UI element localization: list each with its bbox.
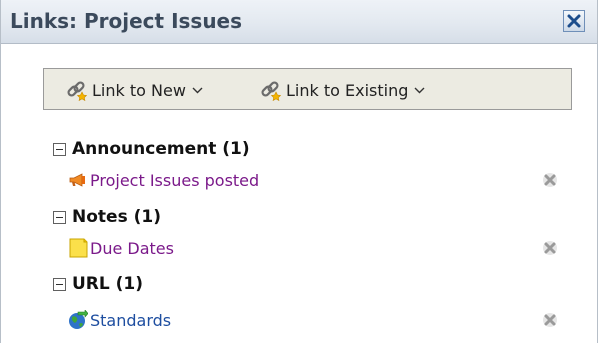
- list-item: Project Issues posted: [68, 169, 259, 191]
- collapse-toggle[interactable]: [53, 142, 66, 156]
- item-link[interactable]: Due Dates: [90, 239, 174, 258]
- chain-link-existing-icon: [261, 81, 282, 101]
- section-title: URL (1): [72, 274, 144, 294]
- link-to-new-button[interactable]: Link to New: [66, 77, 203, 103]
- close-button[interactable]: [563, 10, 585, 32]
- list-item: Standards: [68, 309, 171, 331]
- list-item: Due Dates: [68, 237, 174, 259]
- link-to-new-label: Link to New: [92, 80, 186, 100]
- section-title: Notes (1): [72, 207, 161, 227]
- close-icon: [567, 14, 581, 28]
- link-to-existing-label: Link to Existing: [286, 80, 409, 100]
- section-url: URL (1): [53, 273, 143, 295]
- item-link[interactable]: Standards: [90, 311, 171, 330]
- globe-icon: [69, 310, 88, 329]
- collapse-toggle[interactable]: [53, 210, 66, 224]
- section-notes: Notes (1): [53, 206, 161, 228]
- delete-icon[interactable]: [542, 240, 558, 256]
- panel-header: Links: Project Issues: [1, 0, 597, 44]
- links-panel: Links: Project Issues Link to New Link t…: [0, 0, 598, 343]
- chain-link-new-icon: [67, 81, 88, 101]
- note-icon: [69, 238, 88, 258]
- panel-title: Links: Project Issues: [10, 9, 243, 33]
- section-title: Announcement (1): [72, 139, 250, 159]
- delete-icon[interactable]: [542, 172, 558, 188]
- item-link[interactable]: Project Issues posted: [90, 171, 259, 190]
- delete-icon[interactable]: [542, 312, 558, 328]
- section-announcement: Announcement (1): [53, 138, 250, 160]
- link-to-existing-button[interactable]: Link to Existing: [260, 77, 425, 103]
- chevron-down-icon: [414, 87, 425, 94]
- link-toolbar: Link to New Link to Existing: [43, 68, 572, 110]
- megaphone-icon: [69, 173, 85, 187]
- chevron-down-icon: [192, 87, 203, 94]
- collapse-toggle[interactable]: [53, 277, 66, 291]
